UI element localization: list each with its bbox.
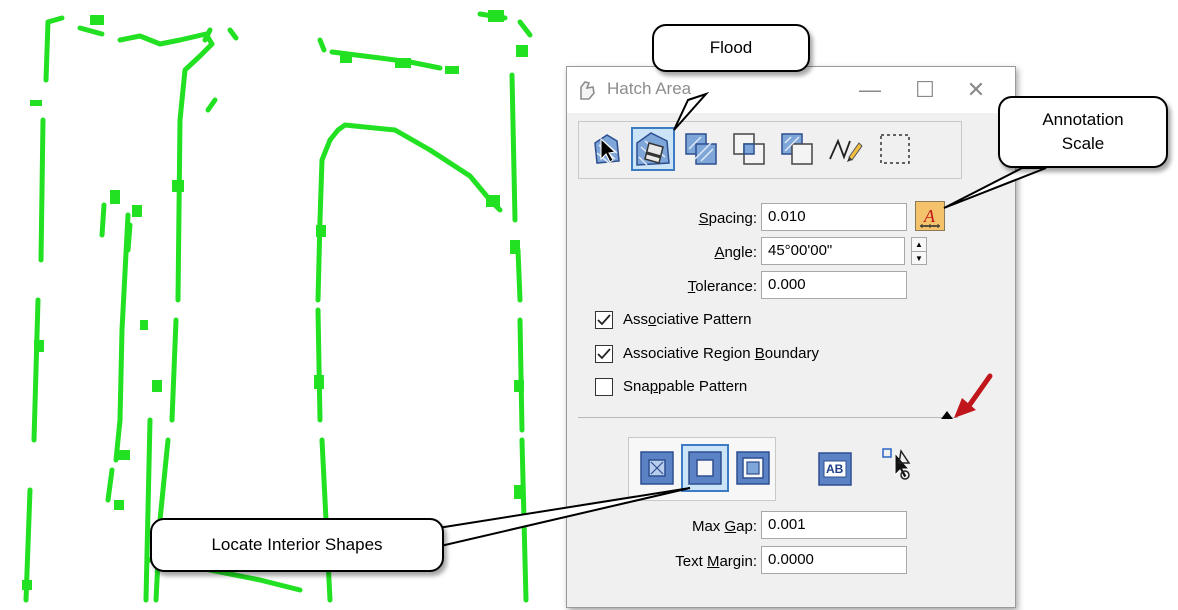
hatch-method-toolbar: [578, 121, 962, 179]
callout-flood: Flood: [652, 24, 810, 72]
tool-fence[interactable]: [875, 129, 915, 169]
close-button[interactable]: ✕: [961, 75, 991, 105]
union-icon: [685, 133, 717, 165]
tool-element[interactable]: [587, 129, 627, 169]
associative-region-boundary-label: Associative Region Boundary: [623, 345, 819, 362]
ignore-interior-icon: [640, 451, 674, 485]
text-boundary-label: AB: [826, 462, 844, 476]
spin-down-icon[interactable]: ▼: [912, 251, 926, 265]
max-gap-field[interactable]: 0.001: [761, 511, 907, 539]
select-element-icon: [882, 448, 911, 480]
associative-region-boundary-checkbox[interactable]: [595, 345, 613, 363]
text-margin-label: Text Margin:: [675, 553, 757, 570]
dialog-title: Hatch Area: [607, 79, 692, 98]
tool-difference[interactable]: [777, 129, 817, 169]
tool-union[interactable]: [681, 129, 721, 169]
interior-mode-group: [628, 437, 776, 501]
tolerance-field[interactable]: 0.000: [761, 271, 907, 299]
mode-alternating[interactable]: [731, 446, 775, 490]
section-divider: [578, 417, 958, 418]
checkmark-icon: [597, 348, 611, 360]
mode-locate-interior-shapes[interactable]: [681, 444, 729, 492]
hatch-area-dialog: Hatch Area — ☐ ✕ Spacing: 0.010 A Angle:…: [566, 66, 1016, 608]
callout-annotation-line2: Scale: [1061, 134, 1105, 153]
associative-pattern-checkbox[interactable]: [595, 311, 613, 329]
snappable-pattern-label: Snappable Pattern: [623, 378, 748, 395]
callout-interior-text: Locate Interior Shapes: [211, 535, 383, 554]
callout-annotation-line1: Annotation: [1042, 110, 1124, 129]
angle-spinner[interactable]: ▲ ▼: [911, 237, 927, 265]
hatch-tool-icon: [580, 81, 595, 100]
tool-points[interactable]: [825, 129, 865, 169]
title-bar[interactable]: Hatch Area — ☐ ✕: [567, 67, 1015, 113]
points-icon: [829, 138, 863, 162]
annotation-scale-icon: A: [920, 206, 940, 228]
minimize-button[interactable]: —: [855, 75, 885, 105]
difference-icon: [781, 133, 813, 165]
svg-text:A: A: [923, 206, 936, 226]
associative-pattern-label: Associative Pattern: [623, 311, 752, 328]
callout-annotation-scale: Annotation Scale: [998, 96, 1168, 168]
text-margin-field[interactable]: 0.0000: [761, 546, 907, 574]
callout-locate-interior-shapes: Locate Interior Shapes: [150, 518, 444, 572]
max-gap-label: Max Gap:: [691, 518, 757, 535]
select-element-button[interactable]: [881, 447, 915, 485]
spacing-field[interactable]: 0.010: [761, 203, 907, 231]
spacing-label: Spacing:: [698, 210, 757, 227]
hatch-element-icon: [594, 134, 620, 164]
alternating-icon: [736, 451, 770, 485]
locate-interior-shapes-icon: [688, 451, 722, 485]
snappable-pattern-checkbox[interactable]: [595, 378, 613, 396]
tolerance-label: Tolerance:: [687, 278, 757, 295]
spin-up-icon[interactable]: ▲: [912, 238, 926, 251]
angle-label: Angle:: [714, 244, 757, 261]
callout-flood-text: Flood: [709, 38, 753, 57]
tool-flood[interactable]: [631, 127, 675, 171]
fence-icon: [880, 134, 910, 164]
text-boundary-button[interactable]: AB: [817, 451, 853, 487]
maximize-button[interactable]: ☐: [910, 75, 940, 105]
flood-icon: [636, 132, 670, 166]
angle-field[interactable]: 45°00'00": [761, 237, 905, 265]
mode-ignore-interior[interactable]: [635, 446, 679, 490]
annotation-scale-button[interactable]: A: [915, 201, 945, 231]
collapse-triangle-icon[interactable]: [941, 411, 953, 419]
checkmark-icon: [597, 314, 611, 326]
intersection-icon: [733, 133, 765, 165]
tool-intersection[interactable]: [729, 129, 769, 169]
